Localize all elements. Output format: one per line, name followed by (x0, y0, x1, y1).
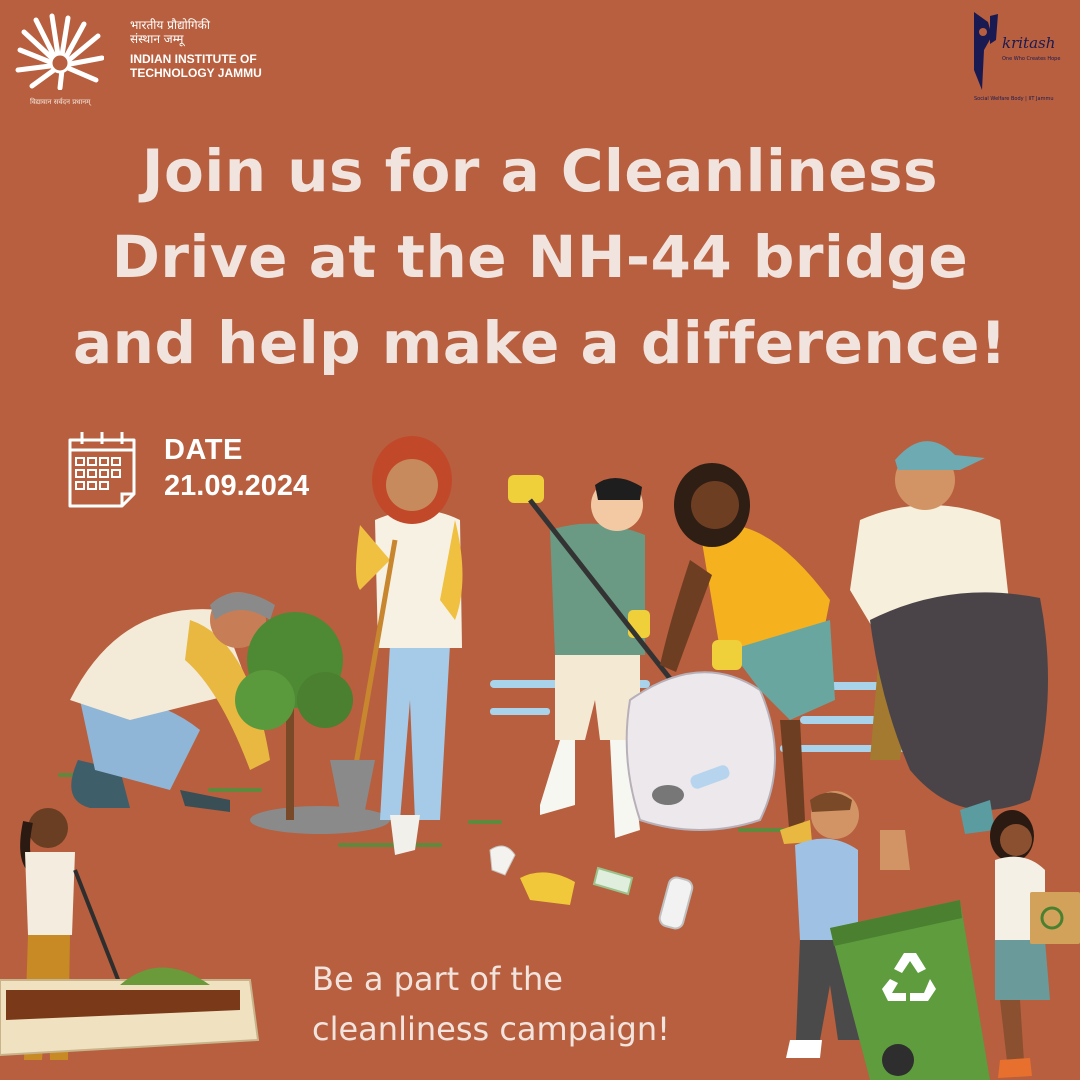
institute-hindi-line-1: भारतीय प्रौद्योगिकी (130, 18, 210, 32)
institute-hindi-line-2: संस्थान जम्मू (130, 32, 184, 46)
club-footer: Social Welfare Body | IIT Jammu (974, 96, 1054, 102)
kritash-logo-icon (974, 12, 998, 90)
iit-jammu-logo-icon (15, 13, 104, 90)
club-tagline: One Who Creates Hope (1002, 56, 1061, 62)
white-trash-bag (625, 671, 776, 831)
man-with-black-bag (850, 441, 1048, 870)
iit-jammu-logo: विद्यावान सर्वदन प्रधानम् भारतीय प्रौद्य… (14, 12, 274, 106)
kritash-logo: kritash One Who Creates Hope Social Welf… (964, 8, 1070, 104)
woman-with-shovel (330, 436, 463, 855)
cta-line-2: cleanliness campaign! (312, 1010, 670, 1048)
club-name: kritash (1002, 34, 1056, 52)
call-to-action: Be a part of the cleanliness campaign! (312, 954, 712, 1054)
headline-line-3: and help make a difference! (73, 309, 1007, 377)
institute-motto: विद्यावान सर्वदन प्रधानम् (30, 98, 91, 106)
institute-name: INDIAN INSTITUTE OF TECHNOLOGY JAMMU (130, 52, 290, 80)
headline: Join us for a Cleanliness Drive at the N… (40, 128, 1040, 386)
poster: विद्यावान सर्वदन प्रधानम् भारतीय प्रौद्य… (0, 0, 1080, 1080)
cta-line-1: Be a part of the (312, 960, 563, 998)
headline-line-2: Drive at the NH-44 bridge (111, 223, 969, 291)
institute-name-line-2: TECHNOLOGY JAMMU (130, 66, 262, 80)
institute-name-line-1: INDIAN INSTITUTE OF (130, 52, 257, 66)
institute-name-hindi: भारतीय प्रौद्योगिकी संस्थान जम्मू (130, 18, 270, 46)
woman-carrying-box (990, 810, 1080, 1078)
headline-line-1: Join us for a Cleanliness (141, 137, 939, 205)
garden-bed (0, 967, 260, 1057)
scattered-litter (489, 845, 694, 930)
